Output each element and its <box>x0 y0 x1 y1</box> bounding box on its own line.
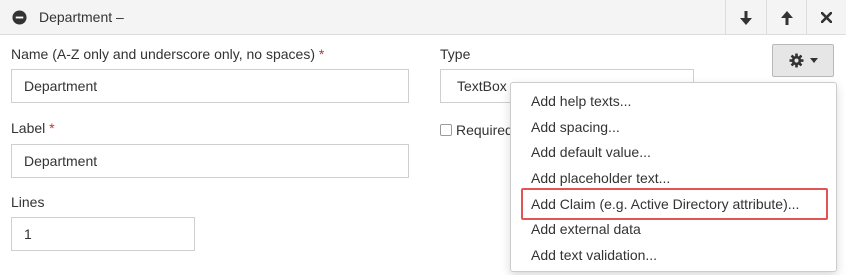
collapse-icon[interactable] <box>12 10 27 25</box>
label-input[interactable] <box>11 144 409 178</box>
menu-item-add-help-texts[interactable]: Add help texts... <box>531 91 631 111</box>
panel-header: Department – <box>0 0 846 35</box>
options-dropdown-menu: Add help texts... Add spacing... Add def… <box>510 82 837 272</box>
name-input[interactable] <box>11 69 409 103</box>
type-label: Type <box>440 46 471 62</box>
menu-item-add-external-data[interactable]: Add external data <box>531 219 641 239</box>
gear-icon <box>788 53 804 68</box>
required-asterisk: * <box>318 46 325 62</box>
name-label-text: Name (A-Z only and underscore only, no s… <box>11 46 315 62</box>
move-down-button[interactable] <box>725 0 766 35</box>
menu-item-add-default-value[interactable]: Add default value... <box>531 142 651 162</box>
options-dropdown-button[interactable] <box>772 44 834 77</box>
menu-item-add-text-validation[interactable]: Add text validation... <box>531 245 657 265</box>
lines-input[interactable] <box>11 217 195 251</box>
close-icon <box>821 12 832 23</box>
label-label-text: Label <box>11 120 46 136</box>
remove-button[interactable] <box>806 0 846 35</box>
required-checkbox[interactable] <box>440 124 452 136</box>
menu-item-add-spacing[interactable]: Add spacing... <box>531 117 620 137</box>
lines-label: Lines <box>11 194 45 210</box>
label-label: Label * <box>11 120 55 136</box>
panel-title: Department – <box>39 9 124 25</box>
arrow-down-icon <box>740 10 752 25</box>
move-up-button[interactable] <box>766 0 807 35</box>
caret-down-icon <box>809 58 818 63</box>
required-asterisk: * <box>49 120 55 136</box>
menu-item-add-claim[interactable]: Add Claim (e.g. Active Directory attribu… <box>531 194 799 214</box>
name-label: Name (A-Z only and underscore only, no s… <box>11 46 324 62</box>
menu-item-add-placeholder-text[interactable]: Add placeholder text... <box>531 168 670 188</box>
arrow-up-icon <box>781 10 793 25</box>
required-label: Required <box>456 122 513 138</box>
